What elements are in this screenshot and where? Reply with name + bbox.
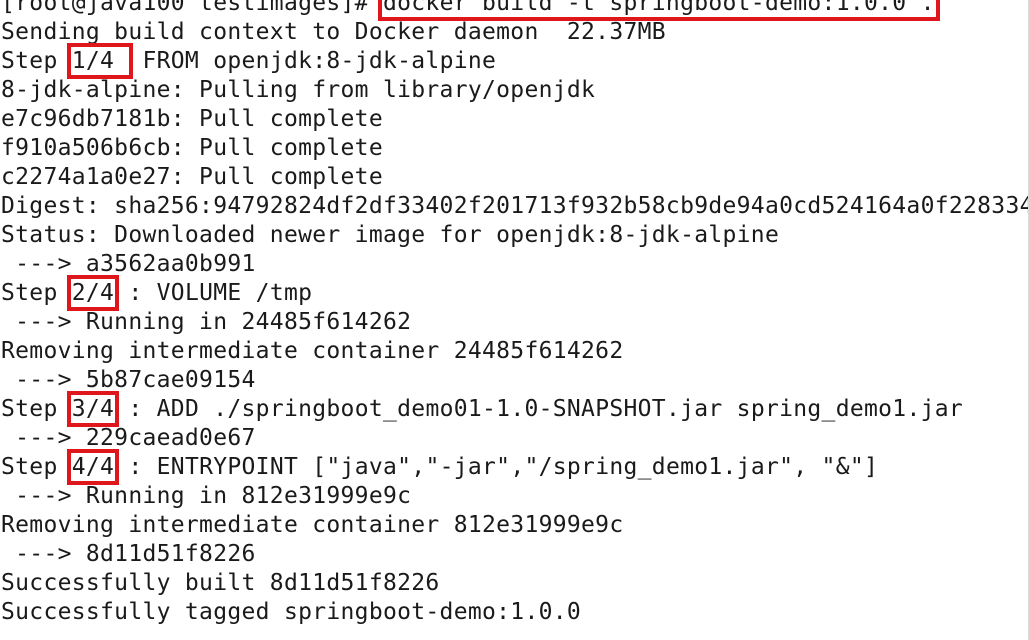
line-text: ---> 5b87cae09154 bbox=[1, 367, 256, 393]
line-text: 8-jdk-alpine: Pulling from library/openj… bbox=[1, 77, 596, 103]
highlighted-text: 1/4 bbox=[66, 43, 134, 79]
highlighted-text: 2/4 bbox=[66, 275, 120, 311]
terminal-line: Step 3/4 : ADD ./springboot_demo01-1.0-S… bbox=[1, 391, 1029, 427]
line-text: ---> 8d11d51f8226 bbox=[1, 541, 256, 567]
terminal-line: Sending build context to Docker daemon 2… bbox=[1, 18, 1029, 47]
line-text: Successfully tagged springboot-demo:1.0.… bbox=[1, 599, 582, 625]
terminal-line: ---> Running in 24485f614262 bbox=[1, 308, 1029, 337]
terminal-line: ---> a3562aa0b991 bbox=[1, 250, 1029, 279]
terminal-line: ---> 229caead0e67 bbox=[1, 424, 1029, 453]
terminal-line: Removing intermediate container 24485f61… bbox=[1, 337, 1029, 366]
terminal-window[interactable]: [root@java100 testimages]# docker build … bbox=[0, 0, 1029, 640]
line-text: Sending build context to Docker daemon 2… bbox=[1, 19, 666, 45]
terminal-line: ---> 5b87cae09154 bbox=[1, 366, 1029, 395]
line-text: ---> Running in 24485f614262 bbox=[1, 309, 412, 335]
line-text: Digest: sha256:94792824df2df33402f201713… bbox=[1, 193, 1029, 219]
line-text: ---> a3562aa0b991 bbox=[1, 251, 256, 277]
terminal-line: Removing intermediate container 812e3199… bbox=[1, 511, 1029, 540]
line-text: f910a506b6cb: Pull complete bbox=[1, 135, 383, 161]
terminal-line: ---> Running in 812e31999e9c bbox=[1, 482, 1029, 511]
terminal-line: f910a506b6cb: Pull complete bbox=[1, 134, 1029, 163]
terminal-line: c2274a1a0e27: Pull complete bbox=[1, 163, 1029, 192]
terminal-line: Step 2/4 : VOLUME /tmp bbox=[1, 275, 1029, 311]
line-text: Step bbox=[1, 454, 72, 480]
terminal-line: e7c96db7181b: Pull complete bbox=[1, 105, 1029, 134]
line-text: ---> 229caead0e67 bbox=[1, 425, 256, 451]
line-text: [root@java100 testimages]# bbox=[1, 0, 383, 16]
line-text: Step bbox=[1, 280, 72, 306]
line-text: Removing intermediate container 812e3199… bbox=[1, 512, 624, 538]
line-text: c2274a1a0e27: Pull complete bbox=[1, 164, 383, 190]
terminal-line: 8-jdk-alpine: Pulling from library/openj… bbox=[1, 76, 1029, 105]
line-text: : ADD ./springboot_demo01-1.0-SNAPSHOT.j… bbox=[114, 396, 964, 422]
line-text: : ENTRYPOINT ["java","-jar","/spring_dem… bbox=[114, 454, 879, 480]
line-text: Removing intermediate container 24485f61… bbox=[1, 338, 624, 364]
terminal-line: Successfully tagged springboot-demo:1.0.… bbox=[1, 598, 1029, 627]
line-text: : VOLUME /tmp bbox=[114, 280, 313, 306]
line-text: Status: Downloaded newer image for openj… bbox=[1, 222, 780, 248]
line-text: Successfully built 8d11d51f8226 bbox=[1, 570, 440, 596]
terminal-line: [root@java100 testimages]# docker build … bbox=[1, 0, 1029, 21]
terminal-line: Digest: sha256:94792824df2df33402f201713… bbox=[1, 192, 1029, 221]
terminal-line: Step 4/4 : ENTRYPOINT ["java","-jar","/s… bbox=[1, 449, 1029, 485]
line-text: ---> Running in 812e31999e9c bbox=[1, 483, 412, 509]
highlighted-text: docker build -t springboot-demo:1.0.0 . bbox=[377, 0, 940, 21]
highlighted-text: 3/4 bbox=[66, 391, 120, 427]
terminal-line: Step 1/4 FROM openjdk:8-jdk-alpine bbox=[1, 43, 1029, 79]
line-text: FROM openjdk:8-jdk-alpine bbox=[128, 48, 497, 74]
highlighted-text: 4/4 bbox=[66, 449, 120, 485]
terminal-line: Status: Downloaded newer image for openj… bbox=[1, 221, 1029, 250]
terminal-line: Successfully built 8d11d51f8226 bbox=[1, 569, 1029, 598]
line-text: e7c96db7181b: Pull complete bbox=[1, 106, 383, 132]
terminal-output: [root@java100 testimages]# docker build … bbox=[1, 0, 1029, 627]
line-text: Step bbox=[1, 48, 72, 74]
line-text: Step bbox=[1, 396, 72, 422]
terminal-line: ---> 8d11d51f8226 bbox=[1, 540, 1029, 569]
